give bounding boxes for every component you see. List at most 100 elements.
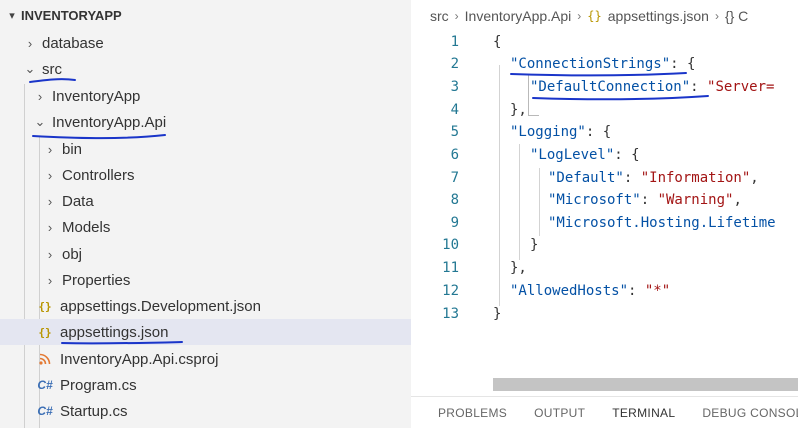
json-key: "Default" xyxy=(548,169,624,186)
tree-item-label: Properties xyxy=(62,271,131,289)
breadcrumb-project[interactable]: InventoryApp.Api xyxy=(465,8,572,24)
chevron-right-icon: › xyxy=(577,9,582,23)
tab-output[interactable]: OUTPUT xyxy=(534,406,585,420)
rss-file-icon xyxy=(36,353,54,365)
code-text: , xyxy=(750,169,759,186)
code-text: } xyxy=(530,236,539,253)
code-line-8[interactable]: 8 "Microsoft": "Warning", xyxy=(411,188,798,211)
tab-debug-console[interactable]: DEBUG CONSOLE xyxy=(702,406,798,420)
breadcrumb-src[interactable]: src xyxy=(430,8,449,24)
line-number: 6 xyxy=(450,146,459,163)
tree-item-label: Startup.cs xyxy=(60,402,128,420)
code-line-2[interactable]: 2 "ConnectionStrings": { xyxy=(411,52,798,75)
line-number: 8 xyxy=(450,191,459,208)
breadcrumb: src › InventoryApp.Api › {} appsettings.… xyxy=(411,5,798,27)
line-number: 5 xyxy=(450,123,459,140)
tree-item-properties[interactable]: › Properties xyxy=(0,267,411,293)
code-line-10[interactable]: 10 } xyxy=(411,233,798,256)
code-line-4[interactable]: 4 }, xyxy=(411,98,798,121)
tree-item-label: Program.cs xyxy=(60,376,137,394)
code-line-6[interactable]: 6 "LogLevel": { xyxy=(411,143,798,166)
json-key: "Microsoft.Hosting.Lifetime xyxy=(548,214,776,231)
tree-item-label: InventoryApp xyxy=(52,87,141,105)
line-number: 13 xyxy=(442,305,459,322)
tree-item-inventoryapp-api[interactable]: ⌄ InventoryApp.Api xyxy=(0,109,411,135)
tree-item-obj[interactable]: › obj xyxy=(0,241,411,267)
json-file-icon: {} xyxy=(587,9,602,23)
tree-item-data[interactable]: › Data xyxy=(0,188,411,214)
tree-item-label: Data xyxy=(62,192,94,210)
tree-item-bin[interactable]: › bin xyxy=(0,136,411,162)
line-number: 10 xyxy=(442,236,459,253)
tree-item-label: database xyxy=(42,34,104,52)
tree-item-program-cs[interactable]: C# Program.cs xyxy=(0,372,411,398)
json-key: "Microsoft" xyxy=(548,191,641,208)
breadcrumb-symbol[interactable]: {} C xyxy=(725,8,748,24)
code-line-11[interactable]: 11 }, xyxy=(411,256,798,279)
chevron-right-icon: › xyxy=(37,88,43,104)
json-string: "Warning" xyxy=(657,191,734,208)
explorer-panel: ▾ INVENTORYAPP › database ⌄ src › Invent… xyxy=(0,0,411,428)
tree-item-database[interactable]: › database xyxy=(0,30,411,56)
code-text: : { xyxy=(670,55,696,72)
breadcrumb-file[interactable]: appsettings.json xyxy=(608,8,709,24)
chevron-down-icon: ⌄ xyxy=(34,114,46,129)
csharp-file-icon: C# xyxy=(37,378,53,392)
code-line-13[interactable]: 13 } xyxy=(411,302,798,325)
json-file-icon: {} xyxy=(38,299,52,313)
tree-item-appsettings-json[interactable]: {} appsettings.json xyxy=(0,319,411,345)
tree-item-label: src xyxy=(42,60,62,78)
code-text: { xyxy=(493,33,502,50)
tree-item-label: InventoryApp.Api.csproj xyxy=(60,350,219,368)
tree-item-inventoryapp[interactable]: › InventoryApp xyxy=(0,83,411,109)
code-text: : xyxy=(690,78,708,95)
tree-item-csproj[interactable]: InventoryApp.Api.csproj xyxy=(0,346,411,372)
code-text: } xyxy=(493,305,502,322)
csharp-file-icon: C# xyxy=(37,404,53,418)
code-text: : xyxy=(640,191,658,208)
editor-pane: src › InventoryApp.Api › {} appsettings.… xyxy=(411,0,798,428)
explorer-section-header[interactable]: ▾ INVENTORYAPP xyxy=(3,4,121,26)
tree-item-controllers[interactable]: › Controllers xyxy=(0,162,411,188)
line-number: 4 xyxy=(450,101,459,118)
line-number: 3 xyxy=(450,78,459,95)
code-line-9[interactable]: 9 "Microsoft.Hosting.Lifetime xyxy=(411,211,798,234)
json-key: "ConnectionStrings" xyxy=(510,55,671,72)
code-line-1[interactable]: 1 { xyxy=(411,30,798,53)
code-line-3[interactable]: 3 "DefaultConnection": "Server= xyxy=(411,75,798,98)
code-text: : { xyxy=(614,146,640,163)
tree-item-label: InventoryApp.Api xyxy=(52,113,167,131)
code-text: : xyxy=(623,169,641,186)
line-number: 11 xyxy=(442,259,459,276)
tree-item-label: Models xyxy=(62,218,111,236)
code-line-12[interactable]: 12 "AllowedHosts": "*" xyxy=(411,279,798,302)
json-file-icon: {} xyxy=(38,325,52,339)
chevron-right-icon: › xyxy=(454,9,459,23)
tree-item-appsettings-development-json[interactable]: {} appsettings.Development.json xyxy=(0,293,411,319)
json-key: "AllowedHosts" xyxy=(510,282,629,299)
chevron-down-icon: ▾ xyxy=(9,9,15,22)
tree-item-label: appsettings.Development.json xyxy=(60,297,261,315)
json-key: "LogLevel" xyxy=(530,146,615,163)
json-key: "DefaultConnection" xyxy=(530,78,691,95)
tab-terminal[interactable]: TERMINAL xyxy=(612,406,675,420)
tree-item-models[interactable]: › Models xyxy=(0,214,411,240)
tree-item-startup-cs[interactable]: C# Startup.cs xyxy=(0,398,411,424)
code-text: }, xyxy=(510,259,527,276)
panel-tab-bar: PROBLEMS OUTPUT TERMINAL DEBUG CONSOLE xyxy=(411,396,798,428)
chevron-down-icon: ⌄ xyxy=(24,61,36,76)
code-line-5[interactable]: 5 "Logging": { xyxy=(411,120,798,143)
code-line-7[interactable]: 7 "Default": "Information", xyxy=(411,166,798,189)
tab-problems[interactable]: PROBLEMS xyxy=(438,406,507,420)
tree-item-label: bin xyxy=(62,140,83,158)
json-key: "Logging" xyxy=(510,123,586,140)
json-string: "Information" xyxy=(640,169,751,186)
horizontal-scrollbar[interactable] xyxy=(493,378,798,391)
json-string: "*" xyxy=(644,282,671,299)
tree-item-label: Controllers xyxy=(62,166,135,184)
code-text: : { xyxy=(585,123,612,140)
tree-item-src[interactable]: ⌄ src xyxy=(0,56,411,82)
code-text: , xyxy=(733,191,742,208)
line-number: 7 xyxy=(450,169,459,186)
line-number: 1 xyxy=(450,33,459,50)
